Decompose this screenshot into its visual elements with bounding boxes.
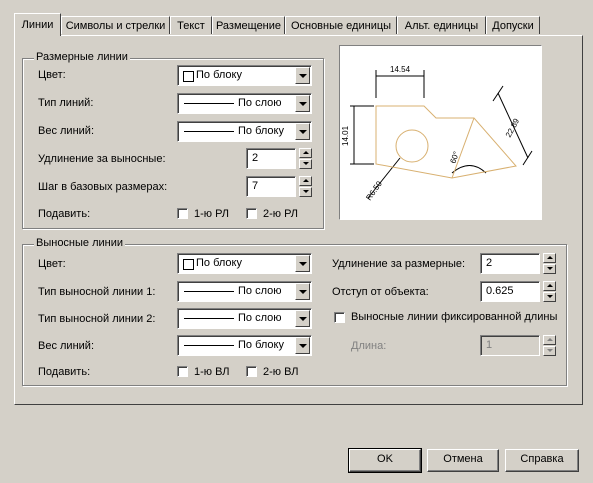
chevron-down-icon[interactable] [295,310,310,327]
ext-lineweight-value: По блоку [238,339,284,351]
ext-lineweight-combo[interactable]: По блоку [177,335,312,356]
chevron-down-icon[interactable] [295,283,310,300]
dim-linetype-combo[interactable]: По слою [177,93,312,114]
color-swatch [183,259,194,270]
dim-suppress-1-checkbox[interactable] [177,208,188,219]
ok-button[interactable]: OK [348,448,422,473]
dim-linetype-value: По слою [238,97,282,109]
ext-fixed-length-label: Выносные линии фиксированной длины [351,311,558,323]
ext-linetype1-value: По слою [238,285,282,297]
dimension-preview-image: 14.54 14.01 22.89 60° R6.50 [341,65,533,202]
dim-baseline-label: Шаг в базовых размерах: [38,181,168,193]
line-sample [184,131,234,132]
dim-suppress-label: Подавить: [38,208,91,220]
extension-lines-title: Выносные линии [34,237,126,249]
ext-offset-input[interactable]: 0.625 [480,281,540,302]
line-sample [184,291,234,292]
ext-suppress-1-label: 1-ю ВЛ [194,366,230,378]
ext-suppress-2-checkbox[interactable] [246,366,257,377]
ext-linetype1-combo[interactable]: По слою [177,281,312,302]
tab-text[interactable]: Текст [170,16,212,34]
tab-primary-units[interactable]: Основные единицы [285,16,397,34]
ext-offset-spinner[interactable] [543,281,556,302]
tab-lines[interactable]: Линии [14,13,61,36]
preview-pane: 14.54 14.01 22.89 60° R6.50 [339,45,542,220]
dim-left-text: 14.01 [341,125,350,146]
dim-suppress-2-label: 2-ю РЛ [263,208,299,220]
tab-alt-units[interactable]: Альт. единицы [397,16,486,34]
dim-color-label: Цвет: [38,69,66,81]
dim-lineweight-value: По блоку [238,125,284,137]
ext-linetype2-value: По слою [238,312,282,324]
dim-color-value: По блоку [196,69,242,81]
dim-top-text: 14.54 [390,65,411,74]
chevron-down-icon[interactable] [295,123,310,140]
dim-angle-text: 60° [448,150,461,164]
ext-length-input: 1 [480,335,540,356]
line-sample [184,103,234,104]
chevron-down-icon[interactable] [295,95,310,112]
dim-extend-spinner[interactable] [299,148,312,169]
ext-extend-label: Удлинение за размерные: [332,258,466,270]
tab-tolerances[interactable]: Допуски [486,16,540,34]
color-swatch [183,71,194,82]
ext-length-spinner [543,335,556,356]
dim-baseline-input[interactable]: 7 [246,176,296,197]
ext-offset-label: Отступ от объекта: [332,286,429,298]
ext-color-value: По блоку [196,257,242,269]
dim-lineweight-label: Вес линий: [38,125,94,137]
ext-linetype2-combo[interactable]: По слою [177,308,312,329]
ext-suppress-1-checkbox[interactable] [177,366,188,377]
dim-color-combo[interactable]: По блоку [177,65,312,86]
chevron-down-icon[interactable] [295,337,310,354]
dim-baseline-spinner[interactable] [299,176,312,197]
chevron-down-icon[interactable] [295,255,310,272]
ext-color-label: Цвет: [38,258,66,270]
dim-suppress-2-checkbox[interactable] [246,208,257,219]
ext-extend-spinner[interactable] [543,253,556,274]
dim-extend-label: Удлинение за выносные: [38,153,166,165]
ext-suppress-label: Подавить: [38,366,91,378]
dim-linetype-label: Тип линий: [38,97,94,109]
ext-linetype1-label: Тип выносной линии 1: [38,286,156,298]
ext-length-label: Длина: [351,340,387,352]
line-sample [184,318,234,319]
tab-fit[interactable]: Размещение [212,16,285,34]
dim-suppress-1-label: 1-ю РЛ [194,208,230,220]
dim-extend-input[interactable]: 2 [246,148,296,169]
dimension-lines-title: Размерные линии [34,51,130,63]
ext-extend-input[interactable]: 2 [480,253,540,274]
ext-lineweight-label: Вес линий: [38,340,94,352]
chevron-down-icon[interactable] [295,67,310,84]
dim-lineweight-combo[interactable]: По блоку [177,121,312,142]
ext-linetype2-label: Тип выносной линии 2: [38,313,156,325]
dim-right-text: 22.89 [504,117,522,139]
tab-symbols-arrows[interactable]: Символы и стрелки [61,16,170,34]
cancel-button[interactable]: Отмена [427,449,499,472]
ext-fixed-length-checkbox[interactable] [334,312,345,323]
dim-radius-text: R6.50 [364,179,384,202]
ext-suppress-2-label: 2-ю ВЛ [263,366,299,378]
ext-color-combo[interactable]: По блоку [177,253,312,274]
help-button[interactable]: Справка [505,449,579,472]
line-sample [184,345,234,346]
